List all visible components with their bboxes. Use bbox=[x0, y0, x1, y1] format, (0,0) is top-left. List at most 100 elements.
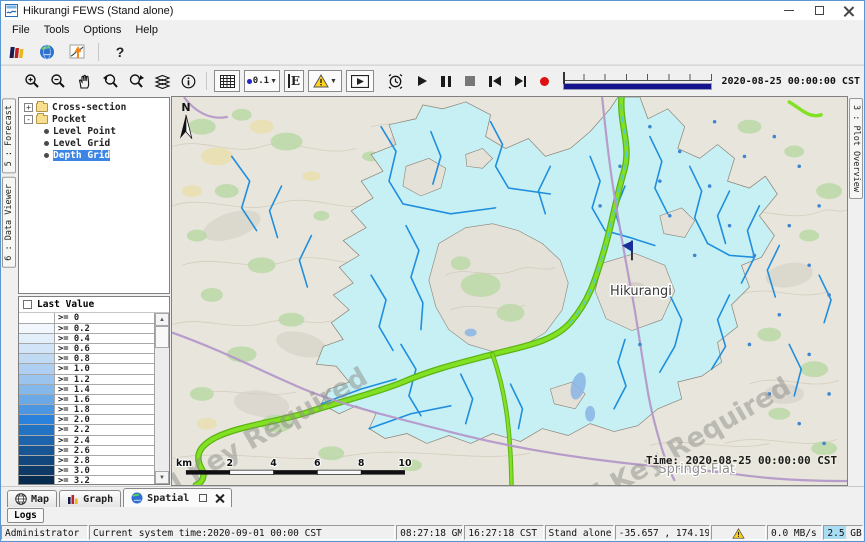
tree-node-label[interactable]: Cross-section bbox=[52, 102, 126, 113]
last-value-checkbox[interactable] bbox=[23, 300, 32, 309]
legend-swatch bbox=[19, 476, 55, 484]
menu-item[interactable]: Options bbox=[76, 22, 128, 38]
zoom-out-button[interactable] bbox=[47, 70, 69, 92]
legend-row[interactable]: >= 2.8 bbox=[19, 456, 154, 466]
time-settings-button[interactable] bbox=[384, 70, 406, 92]
step-forward-button[interactable] bbox=[515, 76, 527, 87]
current-datetime: 2020-08-25 00:00:00 CST bbox=[722, 76, 860, 87]
legend-row[interactable]: >= 2.6 bbox=[19, 446, 154, 456]
scroll-thumb[interactable] bbox=[155, 326, 169, 348]
warning-icon bbox=[732, 528, 745, 539]
menu-item[interactable]: Tools bbox=[37, 22, 77, 38]
legend-row[interactable]: >= 3.0 bbox=[19, 466, 154, 476]
grid-display-button[interactable] bbox=[214, 70, 240, 92]
scroll-down-icon[interactable]: ▼ bbox=[155, 471, 169, 484]
legend-row[interactable]: >= 1.6 bbox=[19, 395, 154, 405]
layers-icon bbox=[154, 74, 171, 89]
archive-icon bbox=[9, 44, 25, 60]
legend-swatch bbox=[19, 375, 55, 384]
legend-row[interactable]: >= 3.2 bbox=[19, 476, 154, 484]
toolbar-separator bbox=[98, 43, 99, 61]
legend-row[interactable]: >= 2.4 bbox=[19, 436, 154, 446]
zoom-in-button[interactable] bbox=[21, 70, 43, 92]
legend-class-label: >= 1.2 bbox=[55, 375, 90, 384]
tab-label: Spatial bbox=[147, 493, 189, 504]
side-panel-tab[interactable]: 6 : Data Viewer bbox=[2, 177, 16, 268]
tree-item[interactable]: Level Grid bbox=[20, 137, 168, 149]
spatial-map[interactable]: Hikurangi Springs Flat API Key Required … bbox=[171, 96, 848, 486]
archive-button[interactable] bbox=[5, 41, 29, 63]
maximize-button[interactable] bbox=[804, 1, 834, 20]
step-back-button[interactable] bbox=[489, 76, 501, 87]
legend-class-label: >= 1.4 bbox=[55, 385, 90, 394]
svg-text:10: 10 bbox=[398, 458, 412, 469]
legend-row[interactable]: >= 1.8 bbox=[19, 405, 154, 415]
pause-button[interactable] bbox=[441, 76, 451, 87]
minimize-button[interactable] bbox=[774, 1, 804, 20]
legend-row[interactable]: >= 0.4 bbox=[19, 334, 154, 344]
menu-item[interactable]: File bbox=[5, 22, 37, 38]
legend-class-label: >= 0 bbox=[55, 313, 79, 322]
map-display-button[interactable] bbox=[35, 41, 59, 63]
tab-spatial[interactable]: Spatial bbox=[123, 488, 232, 507]
info-button[interactable] bbox=[177, 70, 199, 92]
legend-class-label: >= 1.0 bbox=[55, 364, 90, 373]
scroll-up-icon[interactable]: ▲ bbox=[155, 313, 169, 326]
time-slider[interactable] bbox=[563, 69, 712, 93]
time-slider-ruler[interactable] bbox=[563, 72, 712, 81]
tree-item[interactable]: - Pocket bbox=[20, 113, 168, 125]
side-panel-tab[interactable]: 3 : Plot Overview bbox=[849, 98, 863, 199]
rating-curve-button[interactable] bbox=[65, 41, 89, 63]
interval-dropdown[interactable]: 0.1 ▼ bbox=[244, 70, 280, 92]
interval-dot-icon bbox=[247, 79, 252, 84]
legend-row[interactable]: >= 1.0 bbox=[19, 364, 154, 374]
tree-node-label[interactable]: Pocket bbox=[52, 114, 86, 125]
stop-button[interactable] bbox=[465, 76, 475, 86]
logs-button[interactable]: Logs bbox=[7, 508, 44, 523]
maximize-panel-icon[interactable] bbox=[199, 494, 207, 502]
legend-row[interactable]: >= 2.2 bbox=[19, 425, 154, 435]
warnings-dropdown[interactable]: ▼ bbox=[308, 70, 342, 92]
zoom-previous-icon bbox=[102, 73, 119, 89]
play-button[interactable] bbox=[418, 76, 427, 86]
title-bar[interactable]: Hikurangi FEWS (Stand alone) bbox=[1, 1, 864, 20]
zoom-next-button[interactable] bbox=[125, 70, 147, 92]
menu-item[interactable]: Help bbox=[128, 22, 165, 38]
layers-button[interactable] bbox=[151, 70, 173, 92]
scale-button[interactable]: E bbox=[284, 70, 304, 92]
last-value-label: Last Value bbox=[37, 299, 94, 310]
zoom-previous-button[interactable] bbox=[99, 70, 121, 92]
tree-node-label[interactable]: Depth Grid bbox=[53, 150, 110, 161]
tree-item[interactable]: + Cross-section bbox=[20, 101, 168, 113]
legend-row[interactable]: >= 1.4 bbox=[19, 385, 154, 395]
tree-item[interactable]: Depth Grid bbox=[20, 149, 168, 161]
legend-class-label: >= 2.0 bbox=[55, 415, 90, 424]
legend-row[interactable]: >= 2.0 bbox=[19, 415, 154, 425]
tree-node-label[interactable]: Level Grid bbox=[53, 138, 110, 149]
close-panel-icon[interactable] bbox=[215, 494, 224, 503]
status-warnings[interactable] bbox=[711, 525, 766, 540]
legend-row[interactable]: >= 0.8 bbox=[19, 354, 154, 364]
chevron-down-icon: ▼ bbox=[330, 78, 337, 85]
side-panel-tab[interactable]: 5 : Forecast bbox=[2, 98, 16, 173]
scale-icon: E bbox=[288, 74, 300, 88]
tree-expander[interactable]: + bbox=[24, 103, 33, 112]
tab-graph[interactable]: Graph bbox=[59, 490, 121, 507]
pan-button[interactable] bbox=[73, 70, 95, 92]
legend-scrollbar[interactable]: ▲ ▼ bbox=[155, 313, 169, 484]
tree-node-icon bbox=[36, 103, 48, 112]
tab-map[interactable]: Map bbox=[7, 490, 57, 507]
grid-icon bbox=[220, 75, 235, 88]
tree-node-label[interactable]: Level Point bbox=[53, 126, 116, 137]
legend-row[interactable]: >= 0 bbox=[19, 313, 154, 323]
help-button[interactable]: ? bbox=[108, 41, 132, 63]
tree-item[interactable]: Level Point bbox=[20, 125, 168, 137]
tree-expander[interactable]: - bbox=[24, 115, 33, 124]
legend-row[interactable]: >= 0.6 bbox=[19, 344, 154, 354]
animation-button[interactable] bbox=[346, 70, 374, 92]
legend-row[interactable]: >= 1.2 bbox=[19, 375, 154, 385]
status-user: Administrator bbox=[1, 525, 88, 540]
close-button[interactable] bbox=[834, 1, 864, 20]
record-button[interactable] bbox=[540, 77, 549, 86]
legend-row[interactable]: >= 0.2 bbox=[19, 324, 154, 334]
